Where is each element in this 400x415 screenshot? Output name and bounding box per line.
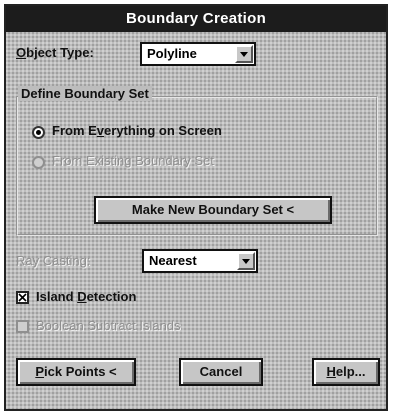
from-existing-label[interactable]: From Existing Boundary Set xyxy=(52,153,214,168)
island-detection-label[interactable]: Island Detection xyxy=(36,289,136,304)
help-accel: H xyxy=(326,364,336,379)
from-everything-text-a: From E xyxy=(52,123,97,138)
from-everything-label[interactable]: From Everything on Screen xyxy=(52,123,222,138)
boundary-creation-dialog: Boundary Creation Object Type: Polyline … xyxy=(4,4,388,411)
island-detection-accel: D xyxy=(77,289,87,304)
ray-casting-value: Nearest xyxy=(149,253,197,268)
island-detection-text-a: Island xyxy=(36,289,78,304)
help-text: elp... xyxy=(335,364,366,379)
object-type-dropdown-button[interactable] xyxy=(235,45,253,63)
chevron-down-icon xyxy=(240,52,248,57)
object-type-value: Polyline xyxy=(147,46,197,61)
object-type-select[interactable]: Polyline xyxy=(140,42,256,66)
ray-casting-dropdown-button[interactable] xyxy=(237,252,255,270)
from-everything-accel: v xyxy=(96,123,105,138)
cancel-button[interactable]: Cancel xyxy=(179,358,263,386)
checkmark-x-icon xyxy=(18,293,27,302)
object-type-label-text: bject Type: xyxy=(26,45,94,60)
from-existing-radio[interactable] xyxy=(32,156,45,169)
island-detection-checkbox[interactable] xyxy=(16,291,29,304)
dialog-title: Boundary Creation xyxy=(125,10,267,27)
boolean-subtract-label[interactable]: Boolean Subtract Islands xyxy=(36,318,181,333)
island-detection-text-b: etection xyxy=(86,289,137,304)
make-new-boundary-set-button[interactable]: Make New Boundary Set < xyxy=(94,196,332,224)
object-type-label: Object Type: xyxy=(16,45,94,60)
ray-casting-select[interactable]: Nearest xyxy=(142,249,258,273)
help-button[interactable]: Help... xyxy=(312,358,380,386)
from-everything-text-b: erything on Screen xyxy=(104,123,222,138)
pick-points-text: ick Points < xyxy=(44,364,117,379)
define-boundary-set-title: Define Boundary Set xyxy=(18,86,152,101)
from-everything-radio[interactable] xyxy=(32,126,45,139)
ray-casting-label: Ray Casting: xyxy=(16,253,91,268)
boolean-subtract-checkbox[interactable] xyxy=(16,320,29,333)
object-type-accel: O xyxy=(16,45,27,60)
chevron-down-icon xyxy=(242,259,250,264)
pick-points-button[interactable]: Pick Points < xyxy=(16,358,136,386)
dialog-title-bar[interactable]: Boundary Creation xyxy=(6,6,386,32)
pick-points-accel: P xyxy=(35,364,45,379)
